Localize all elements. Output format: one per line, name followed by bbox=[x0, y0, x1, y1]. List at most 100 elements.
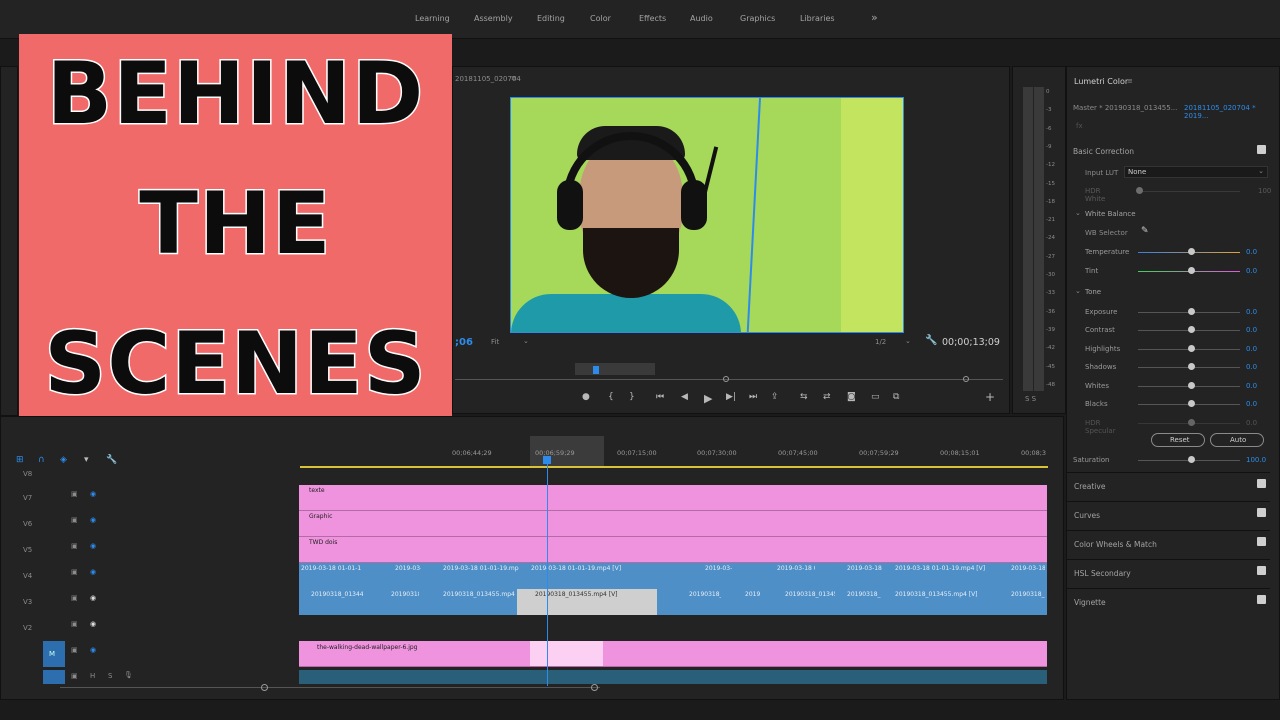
clip-texte[interactable]: texte bbox=[299, 485, 1047, 511]
fit-dropdown[interactable]: Fit bbox=[491, 338, 499, 346]
shadows-value[interactable]: 0.0 bbox=[1246, 363, 1257, 371]
lumetri-sequence-clip[interactable]: 20181105_020704 * 2019... bbox=[1184, 104, 1280, 120]
scroll-handle-right[interactable] bbox=[591, 684, 598, 691]
mark-out-icon[interactable]: } bbox=[629, 392, 635, 402]
meter-solo-labels[interactable]: S S bbox=[1025, 395, 1036, 403]
workspace-audio[interactable]: Audio bbox=[690, 14, 713, 23]
button-editor-plus-icon[interactable]: + bbox=[985, 390, 995, 404]
comparison-view-icon[interactable]: ⧉ bbox=[893, 392, 899, 402]
toggle-output-icon[interactable]: ◉ bbox=[90, 542, 96, 550]
sync-lock-icon[interactable]: ▣ bbox=[71, 542, 78, 550]
program-playhead[interactable] bbox=[593, 366, 599, 374]
panel-menu-icon[interactable]: ≡ bbox=[1127, 77, 1133, 85]
clip-v3[interactable]: 20190318_013455.mp4 [V] bbox=[535, 591, 645, 601]
tint-value[interactable]: 0.0 bbox=[1246, 267, 1257, 275]
track-header-v2[interactable]: V2 ▣ ◉ bbox=[18, 615, 158, 641]
clip-v3[interactable]: 20190318_ bbox=[847, 591, 881, 601]
track-header-v1[interactable]: M ▣ ◉ bbox=[18, 641, 158, 667]
toggle-output-icon[interactable]: ◉ bbox=[90, 568, 96, 576]
track-header-a1[interactable]: ▣ H S 🎙 bbox=[18, 670, 158, 684]
auto-button[interactable]: Auto bbox=[1210, 433, 1264, 447]
zoom-region[interactable] bbox=[575, 363, 655, 375]
tone-header[interactable]: Tone bbox=[1085, 288, 1101, 296]
eye-icon[interactable]: ◉ bbox=[90, 594, 96, 602]
chevron-down-icon[interactable]: ⌄ bbox=[1075, 209, 1081, 217]
playhead-timecode[interactable]: ;06 bbox=[455, 337, 473, 348]
track-v3-clips[interactable]: 20190318_01344 20190318_ 20190318_013455… bbox=[299, 589, 1047, 615]
clip-v4[interactable]: 2019-03-18 01-01-19 bbox=[301, 565, 361, 575]
clip-v3[interactable]: 20190318_013455.mp4 [V] bbox=[443, 591, 517, 601]
sync-lock-icon[interactable]: ▣ bbox=[71, 516, 78, 524]
work-area-bar[interactable] bbox=[300, 466, 1048, 468]
clip-v4[interactable]: 2019-03-18 bbox=[705, 565, 733, 575]
mark-in-icon[interactable]: { bbox=[608, 392, 614, 402]
timeline-scrollbar[interactable] bbox=[60, 687, 600, 688]
sync-lock-icon[interactable]: ▣ bbox=[71, 646, 78, 654]
clip-v4[interactable]: 2019-03-18 01-01-19.mp4 [V] bbox=[895, 565, 991, 575]
clip-walking-dead-wallpaper[interactable]: the-walking-dead-wallpaper-6.jpg bbox=[299, 641, 1047, 667]
clip-v4[interactable]: 2019-03-18 bbox=[1011, 565, 1045, 575]
saturation-value[interactable]: 100.0 bbox=[1246, 456, 1266, 464]
step-back-icon[interactable]: ◀ bbox=[681, 392, 688, 402]
play-icon[interactable]: ▶ bbox=[704, 392, 712, 405]
clip-v3[interactable]: 20190318_01344 bbox=[311, 591, 363, 601]
sync-lock-icon[interactable]: ▣ bbox=[71, 620, 78, 628]
workspace-effects[interactable]: Effects bbox=[639, 14, 666, 23]
basic-correction-header[interactable]: Basic Correction bbox=[1073, 147, 1134, 156]
temperature-value[interactable]: 0.0 bbox=[1246, 248, 1257, 256]
section-hsl-checkbox[interactable] bbox=[1257, 566, 1266, 575]
clip-graphic[interactable]: Graphic bbox=[299, 511, 1047, 537]
step-forward-icon[interactable]: ▶| bbox=[726, 392, 736, 402]
workspace-learning[interactable]: Learning bbox=[415, 14, 450, 23]
section-vignette[interactable]: Vignette bbox=[1066, 588, 1270, 615]
sync-lock-icon[interactable]: ▣ bbox=[71, 672, 78, 680]
program-scrollbar[interactable] bbox=[455, 379, 1003, 380]
chevron-down-icon[interactable]: ⌄ bbox=[523, 337, 529, 345]
basic-correction-checkbox[interactable] bbox=[1257, 145, 1266, 154]
input-lut-select[interactable]: None ⌄ bbox=[1124, 166, 1268, 178]
extract-icon[interactable]: ⇆ bbox=[800, 392, 808, 402]
track-a1-audio[interactable] bbox=[299, 670, 1047, 684]
section-curves[interactable]: Curves bbox=[1066, 501, 1270, 528]
contrast-value[interactable]: 0.0 bbox=[1246, 326, 1257, 334]
track-header-v7[interactable]: V7 ▣ ◉ bbox=[18, 485, 158, 511]
whites-value[interactable]: 0.0 bbox=[1246, 382, 1257, 390]
source-patch-a1[interactable] bbox=[43, 670, 65, 684]
workspace-graphics[interactable]: Graphics bbox=[740, 14, 775, 23]
toggle-output-icon[interactable]: ◉ bbox=[90, 490, 96, 498]
lift-icon[interactable]: ⇪ bbox=[771, 392, 779, 402]
blacks-value[interactable]: 0.0 bbox=[1246, 400, 1257, 408]
video-frame[interactable] bbox=[510, 97, 904, 333]
scroll-handle-right[interactable] bbox=[963, 376, 969, 382]
track-header-v3[interactable]: V3 ▣ ◉ bbox=[18, 589, 158, 615]
track-v4-clips[interactable]: 2019-03-18 01-01-19 2019-03-1 2019-03-18… bbox=[299, 563, 1047, 589]
track-header-v5[interactable]: V5 ▣ ◉ bbox=[18, 537, 158, 563]
section-color-wheels[interactable]: Color Wheels & Match bbox=[1066, 530, 1270, 557]
timeline-playhead-handle[interactable] bbox=[543, 456, 551, 464]
clip-v4[interactable]: 2019-03-18 bbox=[847, 565, 883, 575]
microphone-icon[interactable]: 🎙 bbox=[124, 671, 133, 679]
lumetri-master-clip[interactable]: Master * 20190318_013455... bbox=[1073, 104, 1177, 112]
clip-v3[interactable]: 20190318_ bbox=[1011, 591, 1045, 601]
panel-menu-icon[interactable]: ≡ bbox=[511, 74, 517, 82]
clip-v3[interactable]: 20190318_ bbox=[689, 591, 721, 601]
section-color-wheels-checkbox[interactable] bbox=[1257, 537, 1266, 546]
clip-v3[interactable]: 2019 bbox=[745, 591, 767, 601]
section-hsl-secondary[interactable]: HSL Secondary bbox=[1066, 559, 1270, 586]
scroll-handle-left[interactable] bbox=[723, 376, 729, 382]
highlights-value[interactable]: 0.0 bbox=[1246, 345, 1257, 353]
workspace-more-icon[interactable]: » bbox=[871, 11, 878, 24]
solo-button[interactable]: S bbox=[108, 672, 112, 680]
workspace-color[interactable]: Color bbox=[590, 14, 611, 23]
section-creative-checkbox[interactable] bbox=[1257, 479, 1266, 488]
track-header-v4[interactable]: V4 ▣ ◉ bbox=[18, 563, 158, 589]
sync-lock-icon[interactable]: ▣ bbox=[71, 594, 78, 602]
safe-margins-icon[interactable]: ▭ bbox=[871, 392, 880, 402]
workspace-assembly[interactable]: Assembly bbox=[474, 14, 513, 23]
source-patch-v1[interactable]: M bbox=[43, 641, 65, 667]
section-vignette-checkbox[interactable] bbox=[1257, 595, 1266, 604]
section-curves-checkbox[interactable] bbox=[1257, 508, 1266, 517]
sync-lock-icon[interactable]: ▣ bbox=[71, 490, 78, 498]
scroll-handle-left[interactable] bbox=[261, 684, 268, 691]
mute-button[interactable]: H bbox=[90, 672, 95, 680]
